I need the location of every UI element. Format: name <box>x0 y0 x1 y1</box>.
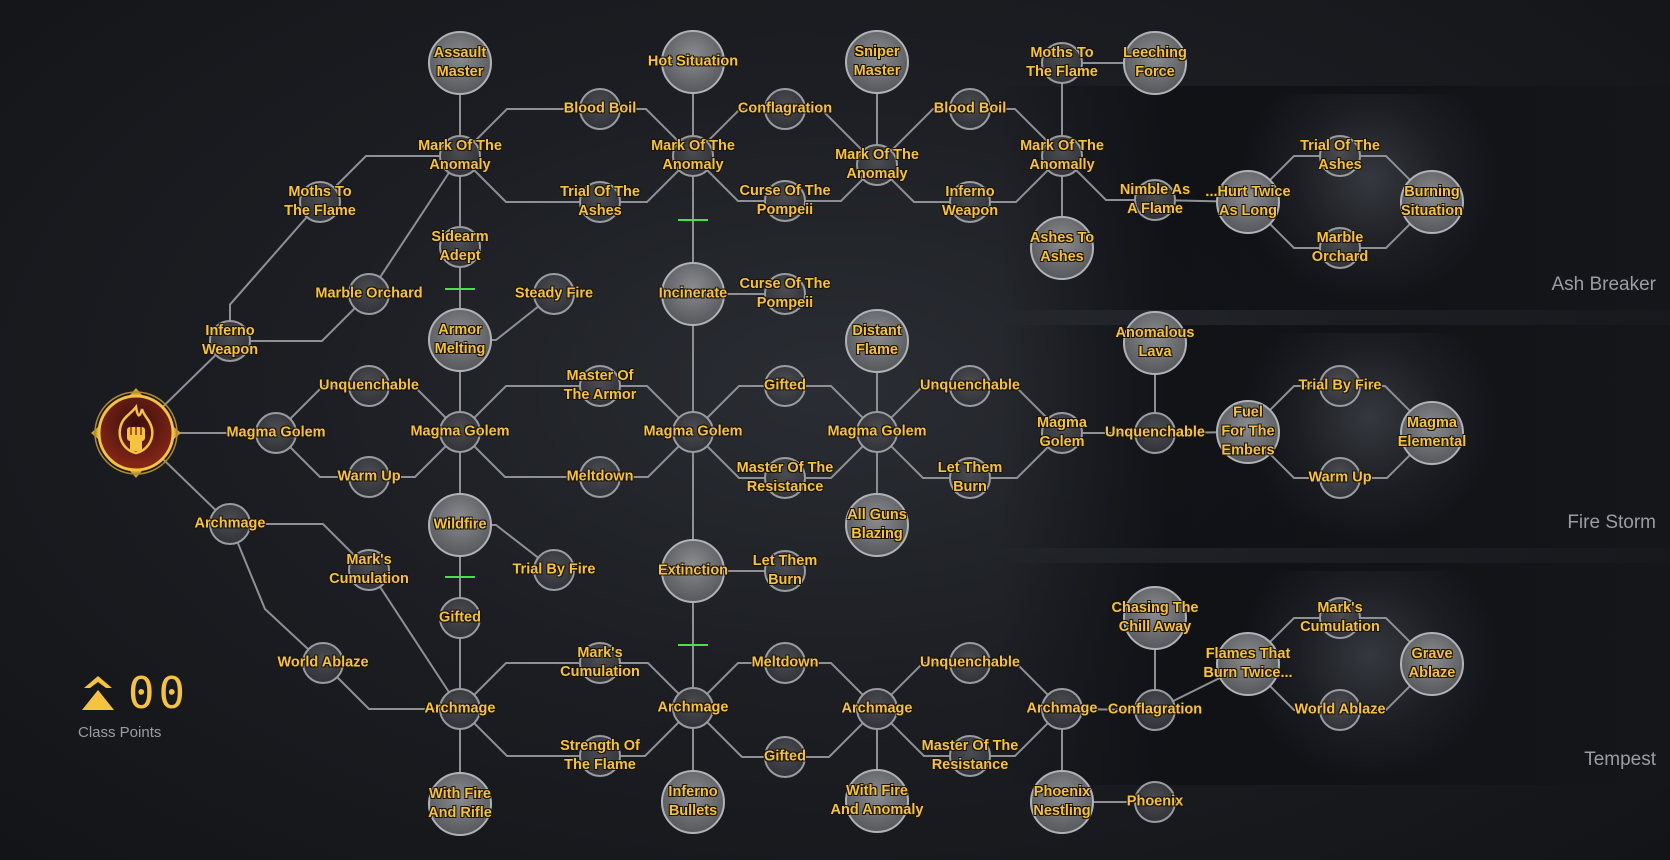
skill-node-phoenix-nestling[interactable] <box>1030 770 1094 834</box>
unlock-marker <box>445 288 475 290</box>
skill-node-archmage-4[interactable] <box>856 688 898 730</box>
skill-node-gifted-3[interactable] <box>764 736 806 778</box>
skill-node-ashes-to-ashes[interactable] <box>1030 216 1094 280</box>
skill-node-magma-golem-3[interactable] <box>672 411 714 453</box>
link-inferno-weapon-1-to-moths-to-the-flame-1 <box>229 201 321 341</box>
skill-node-archmage-5[interactable] <box>1041 688 1083 730</box>
skill-node-hurt-twice-as-long[interactable] <box>1216 170 1280 234</box>
skill-node-master-of-the-resistance-2[interactable] <box>949 735 991 777</box>
unlock-marker <box>678 644 708 646</box>
skill-node-incinerate[interactable] <box>661 262 725 326</box>
skill-node-let-them-burn-1[interactable] <box>764 550 806 592</box>
fist-flame-icon <box>91 388 181 478</box>
skill-node-magma-golem-5[interactable] <box>1041 412 1083 454</box>
skill-node-all-guns-blazing[interactable] <box>845 493 909 557</box>
skill-node-marks-cumulation-1[interactable] <box>348 549 390 591</box>
skill-node-curse-of-the-pompeii-1[interactable] <box>764 180 806 222</box>
skill-node-gifted-1[interactable] <box>439 597 481 639</box>
link-mark-of-the-anomaly-1-to-blood-boil-1 <box>459 108 600 157</box>
double-chevron-up-icon <box>82 676 114 710</box>
skill-node-phoenix[interactable] <box>1134 781 1176 823</box>
skill-node-warm-up-2[interactable] <box>1319 457 1361 499</box>
skill-node-magma-elemental[interactable] <box>1400 401 1464 465</box>
skill-node-magma-golem-1[interactable] <box>255 412 297 454</box>
skill-node-mark-of-the-anomaly-3[interactable] <box>856 144 898 186</box>
skill-node-armor-melting[interactable] <box>428 308 492 372</box>
skill-node-unquenchable-1[interactable] <box>348 365 390 407</box>
skill-node-world-ablaze-1[interactable] <box>302 642 344 684</box>
skill-node-archmage-2[interactable] <box>439 688 481 730</box>
skill-node-meltdown-1[interactable] <box>579 456 621 498</box>
skill-node-world-ablaze-2[interactable] <box>1319 689 1361 731</box>
skill-node-trial-of-the-ashes-1[interactable] <box>579 181 621 223</box>
skill-node-marble-orchard-2[interactable] <box>1319 227 1361 269</box>
unlock-marker <box>445 576 475 578</box>
skill-node-leeching-force[interactable] <box>1123 31 1187 95</box>
skill-node-extinction[interactable] <box>661 539 725 603</box>
skill-node-anomalous-lava[interactable] <box>1123 311 1187 375</box>
link-archmage-1-to-world-ablaze-1 <box>229 523 324 664</box>
skill-node-moths-to-the-flame-2[interactable] <box>1041 42 1083 84</box>
link-moths-to-the-flame-1-to-mark-of-the-anomaly-1 <box>319 155 460 203</box>
skill-node-marble-orchard-1[interactable] <box>348 273 390 315</box>
skill-node-moths-to-the-flame-1[interactable] <box>299 181 341 223</box>
skill-node-fuel-for-the-embers[interactable] <box>1216 400 1280 464</box>
skill-node-marks-cumulation-2[interactable] <box>579 642 621 684</box>
skill-node-burning-situation[interactable] <box>1400 170 1464 234</box>
skill-node-with-fire-and-anomaly[interactable] <box>845 769 909 833</box>
skill-node-curse-of-the-pompeii-2[interactable] <box>764 273 806 315</box>
skill-node-mark-of-the-anomaly-2[interactable] <box>672 135 714 177</box>
skill-node-master-of-the-resistance-1[interactable] <box>764 457 806 499</box>
skill-node-trial-by-fire-2[interactable] <box>1319 365 1361 407</box>
skill-node-warm-up-1[interactable] <box>348 456 390 498</box>
skill-node-magma-golem-2[interactable] <box>439 411 481 453</box>
skill-node-unquenchable-2[interactable] <box>949 365 991 407</box>
skill-node-conflagration-2[interactable] <box>1134 689 1176 731</box>
skill-node-grave-ablaze[interactable] <box>1400 632 1464 696</box>
skill-node-archmage-1[interactable] <box>209 503 251 545</box>
link-inferno-weapon-1-to-marble-orchard-1 <box>230 293 370 342</box>
skill-node-strength-of-the-flame[interactable] <box>579 735 621 777</box>
class-root-node[interactable] <box>90 387 182 479</box>
skill-node-marks-cumulation-3[interactable] <box>1319 597 1361 639</box>
skill-node-hot-situation[interactable] <box>661 30 725 94</box>
unlock-marker <box>678 219 708 221</box>
skill-tree-screen: { "colors": {"accent":"#f5c242","line":"… <box>0 0 1670 860</box>
skill-node-sidearm-adept[interactable] <box>439 226 481 268</box>
skill-node-mark-of-the-anomally[interactable] <box>1041 135 1083 177</box>
link-marks-cumulation-1-to-archmage-2 <box>368 569 461 710</box>
skill-node-let-them-burn-2[interactable] <box>949 457 991 499</box>
skill-node-sniper-master[interactable] <box>845 30 909 94</box>
skill-node-trial-by-fire-1[interactable] <box>533 549 575 591</box>
skill-node-distant-flame[interactable] <box>845 309 909 373</box>
skill-node-blood-boil-1[interactable] <box>579 88 621 130</box>
skill-node-assault-master[interactable] <box>428 31 492 95</box>
skill-node-blood-boil-2[interactable] <box>949 88 991 130</box>
skill-node-with-fire-and-rifle[interactable] <box>428 772 492 836</box>
skill-node-inferno-bullets[interactable] <box>661 770 725 834</box>
class-points-value: 00 <box>128 668 189 719</box>
skill-node-mark-of-the-anomaly-1[interactable] <box>439 135 481 177</box>
skill-node-gifted-2[interactable] <box>764 365 806 407</box>
skill-node-master-of-the-armor[interactable] <box>579 365 621 407</box>
skill-node-steady-fire[interactable] <box>533 273 575 315</box>
skill-node-flames-that-burn-twice[interactable] <box>1216 632 1280 696</box>
skill-node-chasing-the-chill-away[interactable] <box>1123 586 1187 650</box>
skill-node-meltdown-2[interactable] <box>764 642 806 684</box>
skill-node-conflagration-1[interactable] <box>764 88 806 130</box>
skill-node-inferno-weapon-1[interactable] <box>209 320 251 362</box>
skill-node-inferno-weapon-2[interactable] <box>949 181 991 223</box>
skill-node-unquenchable-4[interactable] <box>1134 412 1176 454</box>
link-marble-orchard-1-to-mark-of-the-anomaly-1 <box>368 155 461 295</box>
skill-node-magma-golem-4[interactable] <box>856 411 898 453</box>
skill-node-archmage-3[interactable] <box>672 687 714 729</box>
class-points-label: Class Points <box>78 724 162 741</box>
skill-node-unquenchable-3[interactable] <box>949 642 991 684</box>
skill-node-wildfire[interactable] <box>428 493 492 557</box>
link-archmage-2-to-marks-cumulation-2 <box>459 662 600 710</box>
link-magma-golem-2-to-master-of-the-armor <box>459 385 600 433</box>
skill-node-trial-of-the-ashes-2[interactable] <box>1319 135 1361 177</box>
skill-node-nimble-as-a-flame[interactable] <box>1134 179 1176 221</box>
